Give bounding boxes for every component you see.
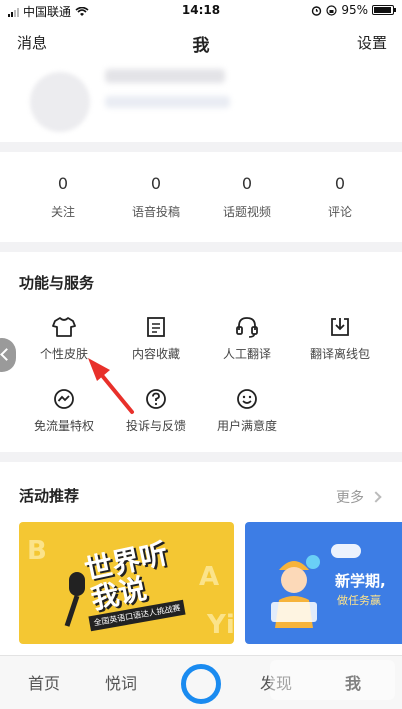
decor-letter: Yi (207, 610, 234, 640)
download-icon (331, 318, 349, 336)
service-human-translation[interactable]: 人工翻译 (197, 316, 297, 362)
stat-label: 话题视频 (222, 205, 271, 219)
tab-home[interactable]: 首页 (28, 670, 60, 694)
section-title: 功能与服务 (19, 274, 95, 292)
service-free-data[interactable]: 免流量特权 (14, 388, 114, 434)
stat-comments[interactable]: 0 评论 (290, 174, 390, 220)
settings-button[interactable]: 设置 (357, 32, 387, 53)
stat-value: 0 (57, 174, 69, 193)
service-label: 个性皮肤 (39, 347, 88, 361)
decor-cloud (331, 544, 361, 558)
service-label: 内容收藏 (131, 347, 180, 361)
document-icon (147, 317, 165, 337)
service-label: 投诉与反馈 (125, 419, 186, 433)
username-redacted (105, 69, 225, 83)
page-title: 我 (192, 36, 210, 56)
stat-label: 语音投稿 (131, 205, 180, 219)
battery-fill (374, 7, 392, 13)
service-label: 翻译离线包 (309, 347, 370, 361)
activity-section: 活动推荐 更多 B A Yi 世界听我说 全国英语口语达人挑战赛 新学期, 做任… (0, 462, 402, 657)
service-feedback[interactable]: 投诉与反馈 (106, 388, 206, 434)
voice-center-button[interactable] (181, 664, 221, 704)
smile-icon (237, 389, 257, 409)
banner-title: 世界听我说 (81, 536, 171, 616)
service-favorites[interactable]: 内容收藏 (106, 316, 206, 362)
chevron-right-icon (370, 491, 382, 503)
stat-value: 0 (241, 174, 253, 193)
status-right: 95% (311, 3, 396, 17)
service-label: 用户满意度 (216, 419, 277, 433)
watermark-overlay (270, 660, 395, 700)
section-title: 活动推荐 (19, 487, 80, 505)
battery-percent: 95% (341, 3, 368, 17)
service-offline-pack[interactable]: 翻译离线包 (290, 316, 390, 362)
question-icon (146, 389, 166, 409)
activity-banner-semester[interactable]: 新学期, 做任务赢 (245, 522, 402, 644)
top-nav-bar: 消息 我 设置 (0, 20, 402, 64)
banner-subtitle: 做任务赢 (337, 594, 381, 607)
avatar[interactable] (30, 72, 90, 132)
services-section: 功能与服务 个性皮肤 内容收藏 人工翻译 翻译离线包 免流量特权 投诉与反馈 用… (0, 252, 402, 452)
battery-icon (372, 5, 396, 15)
more-label: 更多 (336, 490, 364, 506)
stat-voice-posts[interactable]: 0 语音投稿 (106, 174, 206, 220)
student-illustration (271, 555, 320, 628)
service-label: 人工翻译 (222, 347, 271, 361)
stat-value: 0 (150, 174, 162, 193)
service-satisfaction[interactable]: 用户满意度 (197, 388, 297, 434)
service-label: 免流量特权 (33, 419, 94, 433)
stat-label: 评论 (327, 205, 352, 219)
activity-banner-speech[interactable]: B A Yi 世界听我说 全国英语口语达人挑战赛 (19, 522, 234, 644)
status-bar: 中国联通 14:18 95% (0, 0, 402, 20)
tab-yueci[interactable]: 悦词 (105, 670, 137, 694)
stat-label: 关注 (50, 205, 75, 219)
stat-value: 0 (334, 174, 346, 193)
tshirt-icon (52, 317, 76, 337)
service-skin[interactable]: 个性皮肤 (14, 316, 114, 362)
decor-letter: A (199, 562, 220, 592)
lock-rotation-icon (326, 4, 337, 16)
stat-follow[interactable]: 0 关注 (13, 174, 113, 220)
banner-title: 新学期, (335, 572, 386, 590)
traffic-icon (54, 389, 74, 409)
decor-letter: B (27, 536, 47, 566)
alarm-icon (312, 5, 322, 16)
more-button[interactable]: 更多 (336, 487, 382, 507)
headset-icon (236, 317, 258, 338)
stats-panel: 0 关注 0 语音投稿 0 话题视频 0 评论 (0, 152, 402, 242)
user-info-redacted (105, 96, 230, 108)
profile-card[interactable] (0, 64, 402, 142)
stat-topic-videos[interactable]: 0 话题视频 (197, 174, 297, 220)
